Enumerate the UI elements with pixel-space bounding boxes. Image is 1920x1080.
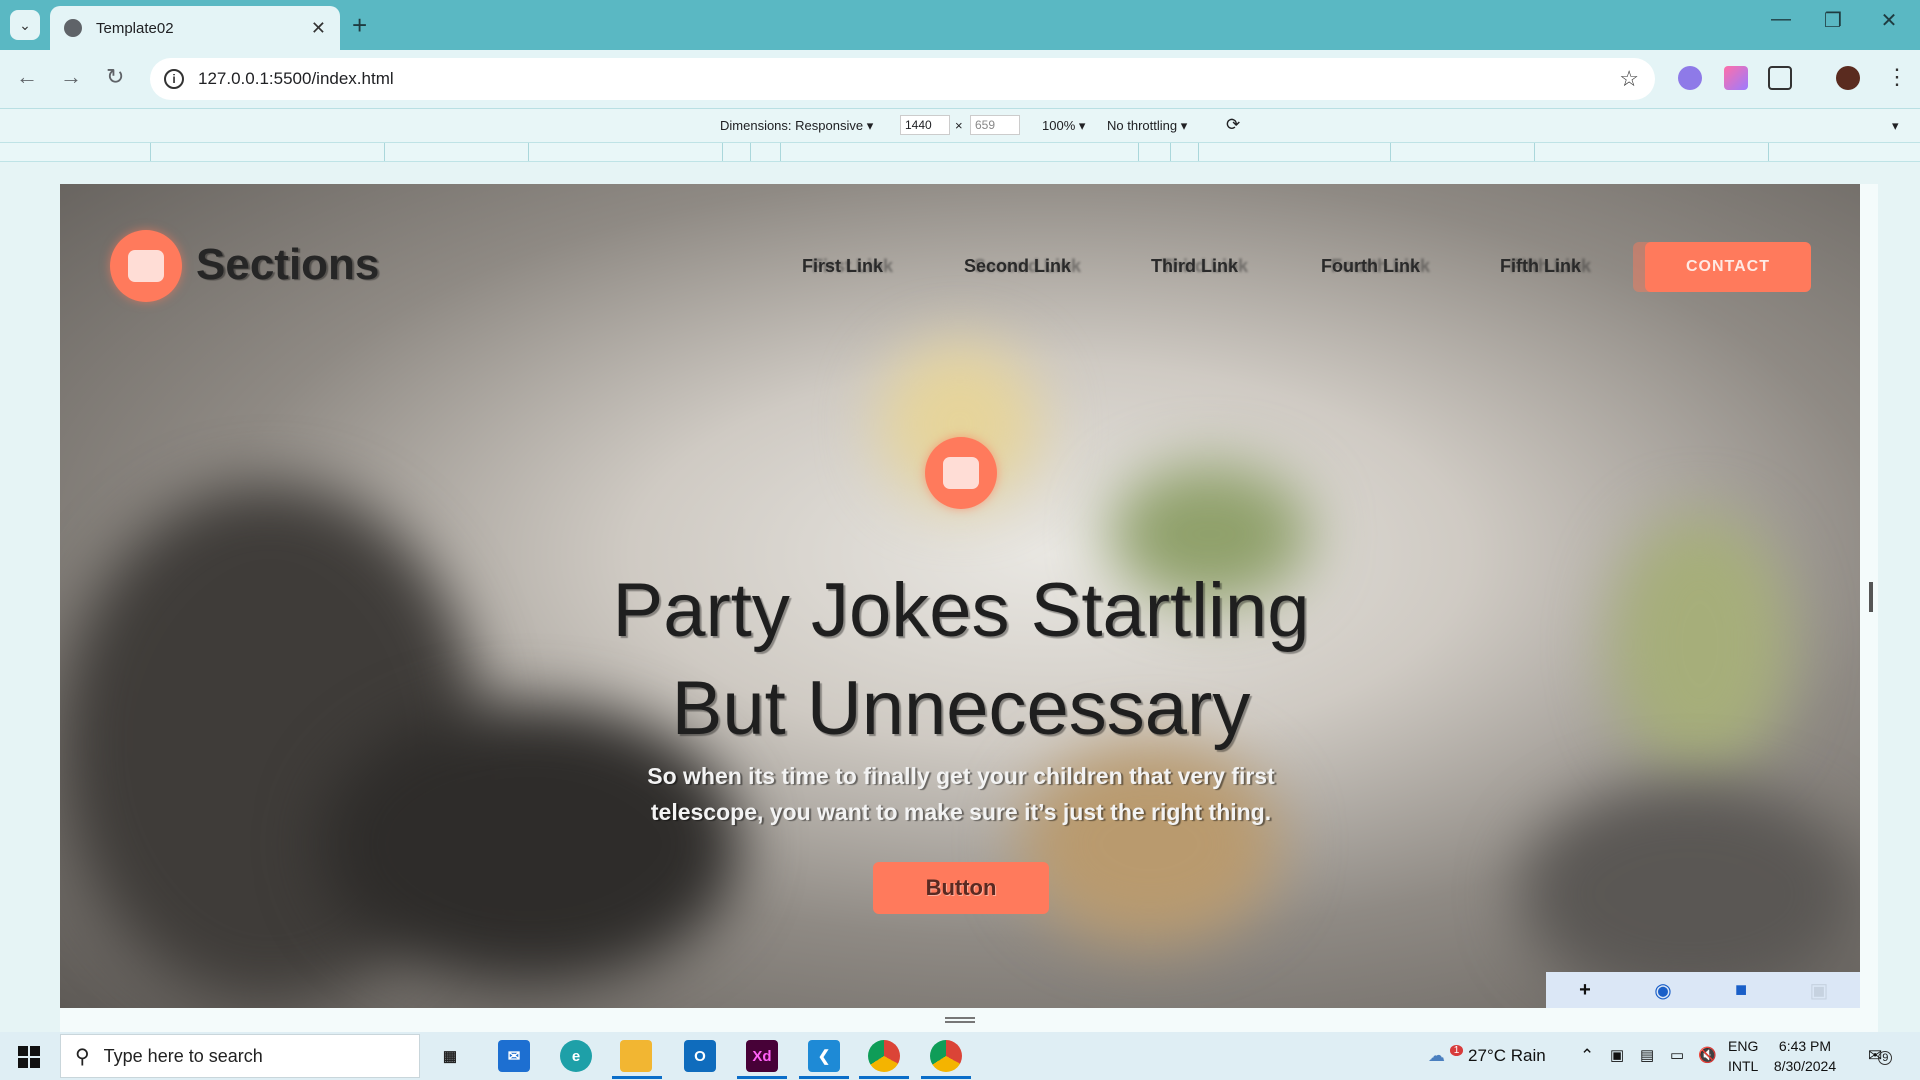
hero-subtitle-line-1: So when its time to finally get your chi… <box>647 763 1275 789</box>
throttling-label: No throttling <box>1107 118 1178 133</box>
mail-icon[interactable]: ✉ <box>498 1040 530 1072</box>
hero-subtitle: So when its time to finally get your chi… <box>590 758 1332 830</box>
eye-icon[interactable]: ◉ <box>1624 972 1702 1008</box>
dimensions-label: Dimensions: Responsive <box>720 118 864 133</box>
site-info-icon[interactable]: i <box>164 69 184 89</box>
extension-flower-icon[interactable] <box>1678 66 1702 90</box>
times-sign: × <box>955 118 963 133</box>
hero-feature-icon <box>925 437 997 509</box>
resize-handle-right[interactable] <box>1869 582 1873 612</box>
adobe-xd-icon[interactable]: Xd <box>746 1040 778 1072</box>
forward-arrow-icon[interactable]: → <box>60 64 82 90</box>
profile-avatar[interactable] <box>1836 66 1860 90</box>
nav-link-third[interactable]: Third Link <box>1151 256 1238 277</box>
width-input[interactable]: 1440 <box>900 115 950 135</box>
close-window-button[interactable]: ✕ <box>1866 8 1912 33</box>
clock-date: 8/30/2024 <box>1773 1058 1837 1074</box>
zoom-dropdown[interactable]: 100% ▾ <box>1042 118 1085 134</box>
site-brand[interactable]: Sections <box>196 240 379 290</box>
nav-link-fourth[interactable]: Fourth Link <box>1321 256 1420 277</box>
tab-search-chevron-icon[interactable]: ⌄ <box>10 10 40 40</box>
new-tab-button[interactable]: + <box>352 10 367 40</box>
rotate-icon[interactable]: ⟳ <box>1226 115 1240 135</box>
lock-icon[interactable]: ■ <box>1702 972 1780 1008</box>
resize-handle-bottom[interactable] <box>945 1017 975 1023</box>
dimensions-dropdown[interactable]: Dimensions: Responsive ▾ <box>720 118 873 134</box>
overlay-toolbar: + ◉ ■ ▣ <box>1546 972 1860 1008</box>
windows-start-icon[interactable] <box>18 1046 40 1068</box>
contact-button[interactable]: CONTACT <box>1645 242 1811 292</box>
browser-tab-strip: ⌄ Template02 ✕ + — ❐ ✕ <box>0 0 1920 50</box>
show-hidden-icons-chevron-icon[interactable]: ⌃ <box>1580 1046 1594 1066</box>
system-clock[interactable]: 6:43 PM 8/30/2024 <box>1770 1036 1840 1076</box>
page-viewport: Sections First Link Second Link Third Li… <box>60 184 1860 1008</box>
weather-text: 27°C Rain <box>1468 1046 1546 1065</box>
device-toolbar-more-icon[interactable]: ▾ <box>1892 118 1899 134</box>
hero-title: Party Jokes Startling But Unnecessary <box>460 562 1462 758</box>
rain-cloud-icon: ☁ <box>1428 1046 1445 1065</box>
tab-title: Template02 <box>96 19 174 37</box>
panel-icon[interactable]: ▣ <box>1780 972 1858 1008</box>
nav-link-first[interactable]: First Link <box>802 256 883 277</box>
battery-icon[interactable]: ▭ <box>1670 1046 1684 1064</box>
chrome-profile-icon[interactable] <box>930 1040 962 1072</box>
browser-tab[interactable]: Template02 ✕ <box>50 6 340 50</box>
taskbar-search-box[interactable]: ⚲ Type here to search <box>60 1034 420 1078</box>
back-arrow-icon[interactable]: ← <box>16 64 38 90</box>
language-layout: INTL <box>1728 1058 1759 1074</box>
bookmark-star-icon[interactable]: ☆ <box>1619 66 1639 92</box>
hero-title-line-2: But Unnecessary <box>671 666 1251 751</box>
hero-button[interactable]: Button <box>873 862 1049 914</box>
throttling-dropdown[interactable]: No throttling ▾ <box>1107 118 1187 134</box>
height-input[interactable]: 659 <box>970 115 1020 135</box>
menu-kebab-icon[interactable]: ⋮ <box>1886 64 1908 90</box>
address-bar[interactable]: i 127.0.0.1:5500/index.html ☆ <box>150 58 1655 100</box>
search-icon: ⚲ <box>75 1045 90 1068</box>
extensions-puzzle-icon[interactable] <box>1768 66 1792 90</box>
add-icon[interactable]: + <box>1546 972 1624 1008</box>
hero-title-line-1: Party Jokes Startling <box>612 568 1310 653</box>
vscode-icon[interactable]: ❮ <box>808 1040 840 1072</box>
zoom-label: 100% <box>1042 118 1076 133</box>
search-placeholder: Type here to search <box>103 1045 263 1066</box>
media-query-ruler[interactable] <box>0 142 1920 162</box>
task-view-icon[interactable]: ▦ <box>434 1040 466 1072</box>
hero-subtitle-line-2: telescope, you want to make sure it’s ju… <box>650 799 1272 825</box>
browser-toolbar: ← → ↻ i 127.0.0.1:5500/index.html ☆ ⋮ <box>0 50 1920 108</box>
meet-now-icon[interactable]: ▣ <box>1610 1046 1624 1064</box>
input-language[interactable]: ENG INTL <box>1728 1036 1758 1076</box>
device-toolbar: Dimensions: Responsive ▾ 1440 × 659 100%… <box>0 108 1920 142</box>
site-logo-icon[interactable] <box>110 230 182 302</box>
reload-icon[interactable]: ↻ <box>106 64 124 90</box>
chrome-icon[interactable] <box>868 1040 900 1072</box>
nav-link-second[interactable]: Second Link <box>964 256 1071 277</box>
volume-muted-icon[interactable]: 🔇 <box>1698 1046 1717 1064</box>
file-explorer-icon[interactable] <box>620 1040 652 1072</box>
notification-count: 9 <box>1878 1051 1893 1065</box>
url-text: 127.0.0.1:5500/index.html <box>198 69 394 88</box>
extension-gradient-icon[interactable] <box>1724 66 1748 90</box>
weather-widget[interactable]: ☁ 1 27°C Rain <box>1428 1045 1546 1066</box>
minimize-button[interactable]: — <box>1758 8 1804 31</box>
weather-badge: 1 <box>1449 1045 1464 1056</box>
network-icon[interactable]: ▤ <box>1640 1046 1654 1064</box>
tab-close-icon[interactable]: ✕ <box>311 18 326 39</box>
edge-icon[interactable]: e <box>560 1040 592 1072</box>
notifications-icon[interactable]: ✉9 <box>1868 1046 1893 1066</box>
outlook-icon[interactable]: O <box>684 1040 716 1072</box>
language-code: ENG <box>1728 1038 1759 1054</box>
clock-time: 6:43 PM <box>1778 1038 1832 1054</box>
windows-taskbar: ⚲ Type here to search ▦ ✉ e O Xd ❮ ☁ 1 2… <box>0 1032 1920 1080</box>
nav-link-fifth[interactable]: Fifth Link <box>1500 256 1581 277</box>
globe-icon <box>64 19 82 37</box>
restore-button[interactable]: ❐ <box>1810 8 1856 33</box>
